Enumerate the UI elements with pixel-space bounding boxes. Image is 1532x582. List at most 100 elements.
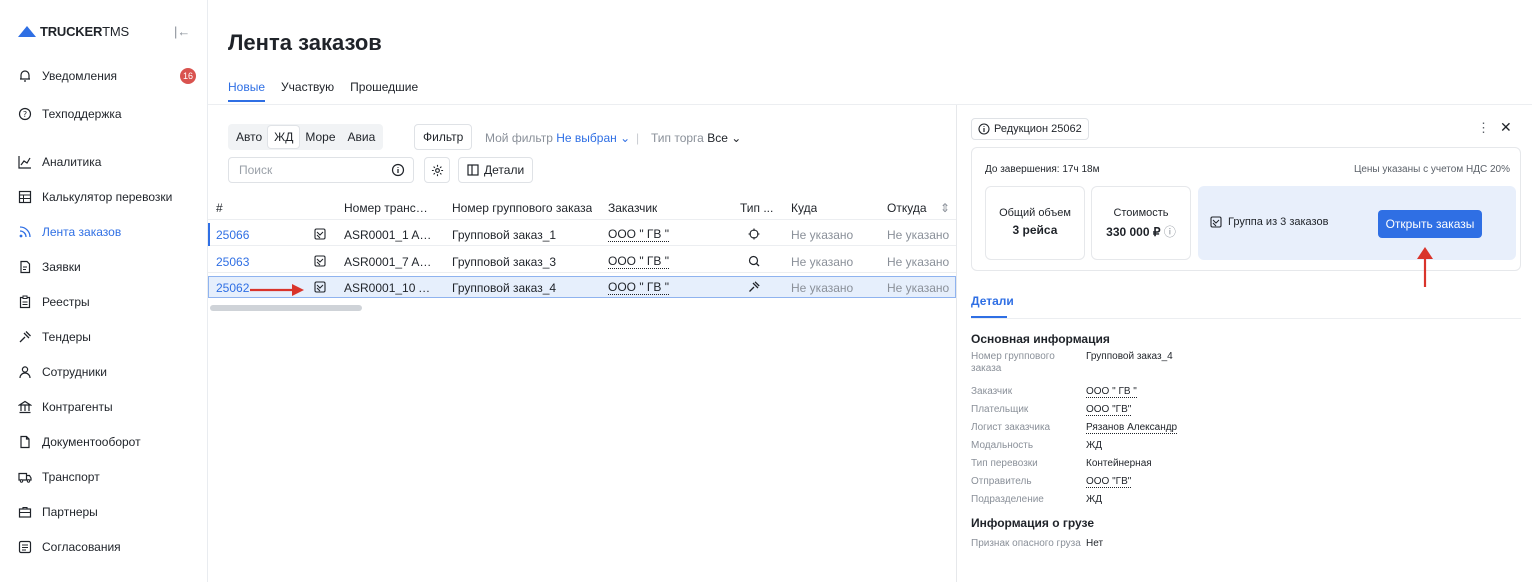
panel-split-icon [467,164,479,176]
details-toggle-button[interactable]: Детали [458,157,534,183]
group-order-icon [314,255,326,267]
annotation-arrow-right-icon [250,284,304,296]
tab-details[interactable]: Детали [971,294,1014,308]
volume-value: 3 рейса [1012,223,1058,237]
order-id-link[interactable]: 25066 [216,228,249,242]
sidebar-item-label: Транспорт [42,470,100,484]
order-id-link[interactable]: 25063 [216,255,249,269]
horizontal-scrollbar[interactable] [210,305,362,311]
group-order-number: Групповой заказ_4 [452,281,557,295]
group-order-number: Групповой заказ_1 [452,228,557,242]
sidebar-item-label: Аналитика [42,155,102,169]
open-orders-button[interactable]: Открыть заказы [1378,210,1482,238]
tab-participating[interactable]: Участвую [281,80,334,102]
sidebar-item-partners[interactable]: Партнеры [18,502,198,522]
close-icon[interactable]: ✕ [1500,119,1512,136]
search-input[interactable]: Поиск [228,157,414,183]
destination: Не указано [791,228,854,242]
tab-past[interactable]: Прошедшие [350,80,418,102]
sidebar-item-order-feed[interactable]: Лента заказов [18,222,198,242]
column-header-customer[interactable]: Заказчик [608,201,657,215]
filter-button[interactable]: Фильтр [414,124,473,150]
column-header-transport[interactable]: Номер транспо... [344,201,434,215]
logo-bold-text: TRUCKER [40,24,103,39]
sidebar-item-requests[interactable]: Заявки [18,257,198,277]
sidebar-item-label: Заявки [42,260,81,274]
bell-icon [18,69,32,83]
sidebar-item-document-flow[interactable]: Документооборот [18,432,198,452]
mode-auto[interactable]: Авто [230,126,268,148]
question-circle-icon: ? [18,107,32,121]
tab-divider [971,318,1521,319]
info-icon[interactable] [391,163,405,177]
sidebar-item-tenders[interactable]: Тендеры [18,327,198,347]
sidebar-item-registers[interactable]: Реестры [18,292,198,312]
sidebar-item-employees[interactable]: Сотрудники [18,362,198,382]
sort-icon[interactable]: ⇕ [940,201,950,215]
sidebar-item-label: Согласования [42,540,121,554]
sidebar-item-calculator[interactable]: Калькулятор перевозки [18,187,198,207]
vat-note: Цены указаны с учетом НДС 20% [1353,164,1510,175]
tab-bar: Новые Участвую Прошедшие [228,80,418,102]
list-box-icon [18,540,32,554]
details-panel: Редукцион 25062 ⋮ ✕ До завершения: 17ч 1… [956,105,1532,582]
filter-separator: | [636,131,640,145]
logo[interactable]: TRUCKERTMS [18,24,129,39]
cost-stat: Стоимость 330 000 ₽ ⓘ [1091,186,1191,260]
table-row[interactable]: 25066 ASR0001_1 ASR... Групповой заказ_1… [208,223,956,246]
destination: Не указано [791,281,854,295]
tab-new[interactable]: Новые [228,80,266,102]
origin: Не указано [887,255,950,269]
table-grid-icon [18,190,32,204]
mode-rail[interactable]: ЖД [268,126,300,148]
group-box: Группа из 3 заказов Открыть заказы [1198,186,1516,260]
user-icon [18,365,32,379]
column-header-from[interactable]: Откуда [887,201,927,215]
origin: Не указано [887,228,950,242]
app-window: TRUCKERTMS |← Уведомления 16 ? Техподдер… [0,0,1532,582]
column-header-group[interactable]: Номер группового заказа [452,201,592,215]
chevron-down-icon: ⌄ [727,131,742,145]
transport-number: ASR0001_7 ASR... [344,255,436,269]
sidebar-item-label: Партнеры [42,505,98,519]
table-row[interactable]: 25063 ASR0001_7 ASR... Групповой заказ_3… [208,250,956,273]
mode-sea[interactable]: Море [299,126,341,148]
more-vertical-icon[interactable]: ⋮ [1477,120,1490,136]
transport-number: ASR0001_1 ASR... [344,228,436,242]
sidebar-item-contractors[interactable]: Контрагенты [18,397,198,417]
customer-name[interactable]: ООО " ГВ " [608,280,670,295]
info-icon[interactable]: ⓘ [1164,225,1176,239]
annotation-arrow-up-icon [1417,247,1433,287]
transport-number: ASR0001_10 AS... [344,281,436,295]
sidebar-item-approvals[interactable]: Согласования [18,537,198,557]
sidebar-item-analytics[interactable]: Аналитика [18,152,198,172]
my-filter-dropdown[interactable]: Мой фильтр Не выбран ⌄ [485,131,630,145]
settings-button[interactable] [424,157,450,183]
customer-name[interactable]: ООО " ГВ " [608,227,670,242]
table-row-selected[interactable]: 25062 ASR0001_10 AS... Групповой заказ_4… [208,276,956,298]
mode-air[interactable]: Авиа [342,126,382,148]
chart-line-icon [18,155,32,169]
rss-icon [18,225,32,239]
clipboard-icon [18,295,32,309]
crosshair-icon [748,228,760,240]
column-header-to[interactable]: Куда [791,201,817,215]
sidebar-item-notifications[interactable]: Уведомления 16 [18,66,198,86]
column-header-id[interactable]: # [216,201,223,215]
cost-label: Стоимость [1113,207,1169,219]
trade-type-dropdown[interactable]: Тип торга Все ⌄ [651,131,741,145]
collapse-sidebar-icon[interactable]: |← [174,24,190,39]
order-id-link[interactable]: 25062 [216,281,249,295]
sidebar-item-transport[interactable]: Транспорт [18,467,198,487]
svg-text:?: ? [23,110,27,119]
column-header-type[interactable]: Тип ... [740,201,773,215]
document-icon [18,260,32,274]
group-order-icon [314,281,326,293]
group-order-icon [314,228,326,240]
group-order-icon [1210,216,1222,228]
customer-name[interactable]: ООО " ГВ " [608,254,670,269]
chevron-down-icon: ⌄ [616,131,631,145]
search-zoom-icon [748,255,760,267]
sidebar-item-label: Реестры [42,295,90,309]
sidebar-item-support[interactable]: ? Техподдержка [18,104,198,124]
